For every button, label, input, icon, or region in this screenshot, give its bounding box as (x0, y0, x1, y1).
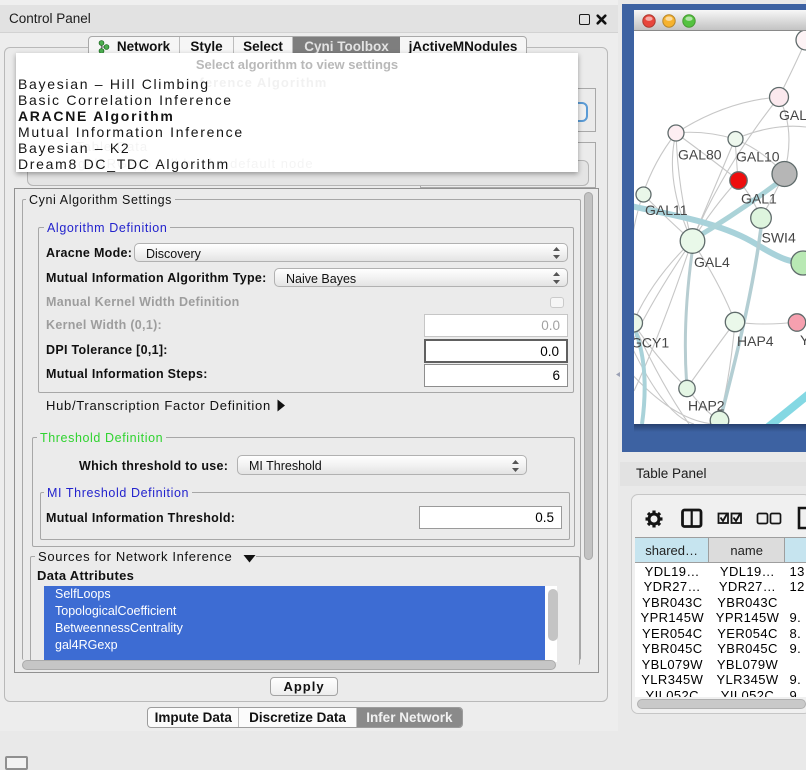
svg-text:HAP4: HAP4 (737, 333, 774, 349)
svg-text:SWI4: SWI4 (762, 230, 796, 246)
svg-text:GAL10: GAL10 (736, 149, 780, 165)
svg-text:Y: Y (800, 332, 806, 348)
svg-text:GCY1: GCY1 (634, 335, 669, 351)
svg-text:GAL7: GAL7 (779, 107, 806, 123)
svg-text:GAL11: GAL11 (645, 202, 688, 218)
svg-text:GAL80: GAL80 (678, 147, 722, 163)
svg-text:GAL4: GAL4 (694, 254, 730, 270)
svg-text:HAP2: HAP2 (688, 398, 725, 414)
svg-text:GAL1: GAL1 (741, 191, 777, 207)
